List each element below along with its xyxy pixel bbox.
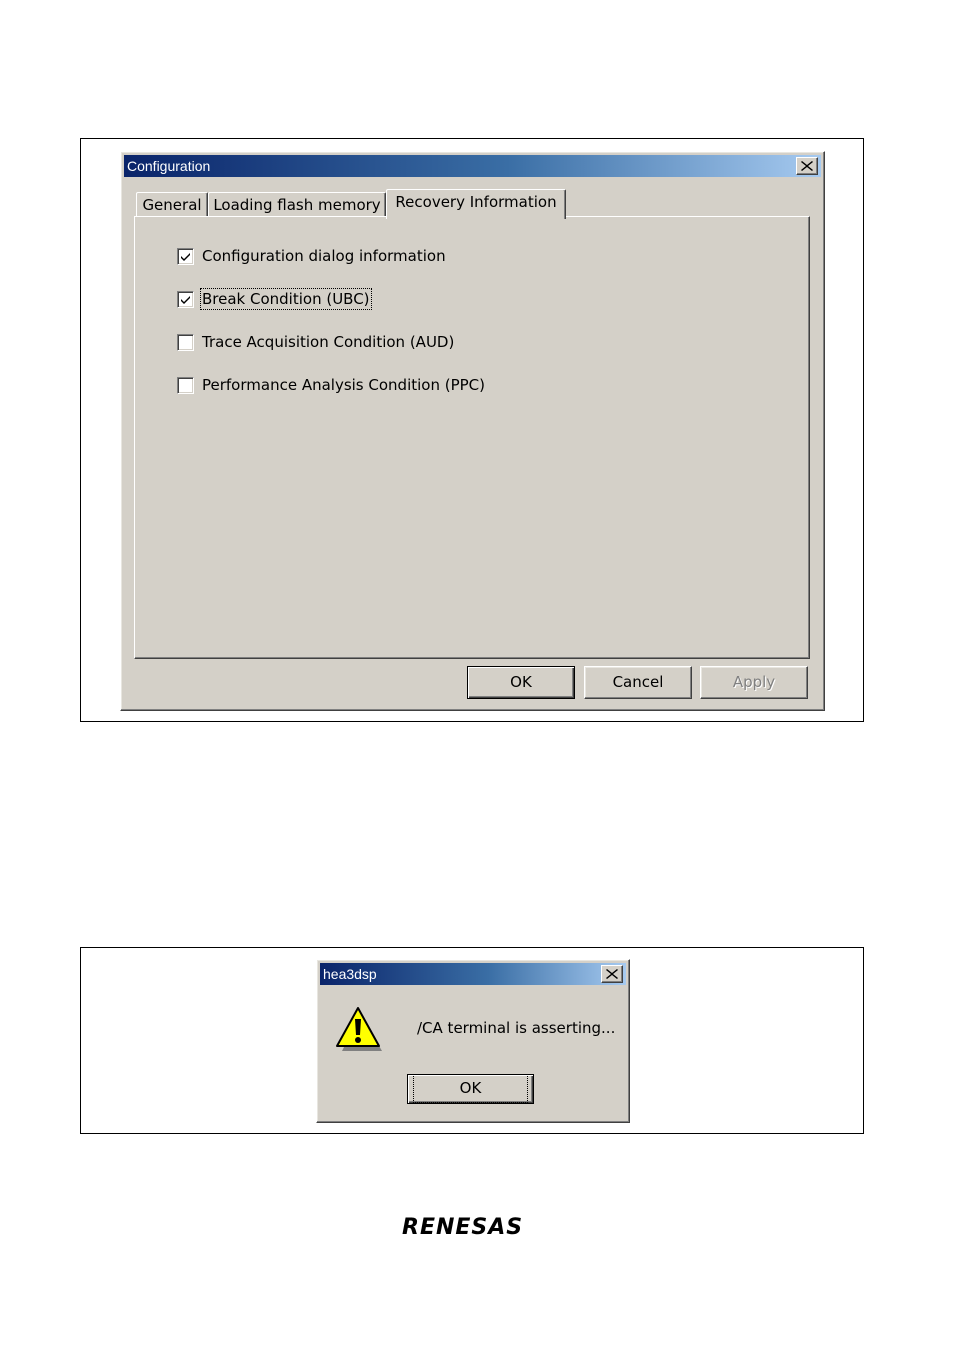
tab-panel-recovery-information: Configuration dialog information Break C… — [134, 216, 810, 659]
close-button[interactable] — [796, 157, 818, 175]
option-label: Break Condition (UBC) — [200, 288, 372, 310]
title-bar: Configuration — [124, 155, 821, 177]
checkbox-configuration-dialog-information[interactable] — [177, 247, 194, 265]
close-icon — [801, 161, 813, 171]
window-title: Configuration — [127, 158, 211, 174]
option-trace-acquisition-condition[interactable]: Trace Acquisition Condition (AUD) — [177, 331, 454, 353]
window-title: hea3dsp — [323, 966, 377, 982]
apply-button[interactable]: Apply — [700, 666, 808, 699]
alert-window: hea3dsp /CA terminal is asserting... OK — [316, 959, 630, 1123]
figure-frame-alert: hea3dsp /CA terminal is asserting... OK — [80, 947, 864, 1134]
close-icon — [606, 969, 618, 979]
option-break-condition[interactable]: Break Condition (UBC) — [177, 288, 372, 310]
checkmark-icon — [181, 252, 190, 261]
svg-text:RENESAS: RENESAS — [402, 1215, 523, 1240]
warning-icon — [336, 1007, 382, 1051]
checkbox-performance-analysis-condition[interactable] — [177, 376, 194, 394]
tab-general[interactable]: General — [136, 192, 208, 218]
title-bar: hea3dsp — [320, 963, 626, 985]
alert-ok-button[interactable]: OK — [407, 1074, 534, 1104]
renesas-logo-icon: RENESAS — [402, 1215, 523, 1240]
close-button[interactable] — [601, 965, 623, 983]
tab-loading-flash-memory[interactable]: Loading flash memory — [208, 192, 386, 218]
alert-message: /CA terminal is asserting... — [417, 1019, 616, 1037]
figure-frame-configuration: Configuration General Loading flash memo… — [80, 138, 864, 722]
option-performance-analysis-condition[interactable]: Performance Analysis Condition (PPC) — [177, 374, 485, 396]
checkbox-break-condition[interactable] — [177, 290, 194, 308]
cancel-button[interactable]: Cancel — [584, 666, 692, 699]
option-configuration-dialog-information[interactable]: Configuration dialog information — [177, 245, 446, 267]
ok-button[interactable]: OK — [467, 666, 575, 699]
tab-recovery-information[interactable]: Recovery Information — [386, 189, 566, 219]
renesas-logo: RENESAS — [400, 1212, 546, 1244]
option-label: Performance Analysis Condition (PPC) — [202, 376, 486, 394]
configuration-window: Configuration General Loading flash memo… — [120, 151, 825, 711]
option-label: Configuration dialog information — [202, 247, 446, 265]
option-label: Trace Acquisition Condition (AUD) — [202, 333, 455, 351]
checkbox-trace-acquisition-condition[interactable] — [177, 333, 194, 351]
checkmark-icon — [181, 295, 190, 304]
